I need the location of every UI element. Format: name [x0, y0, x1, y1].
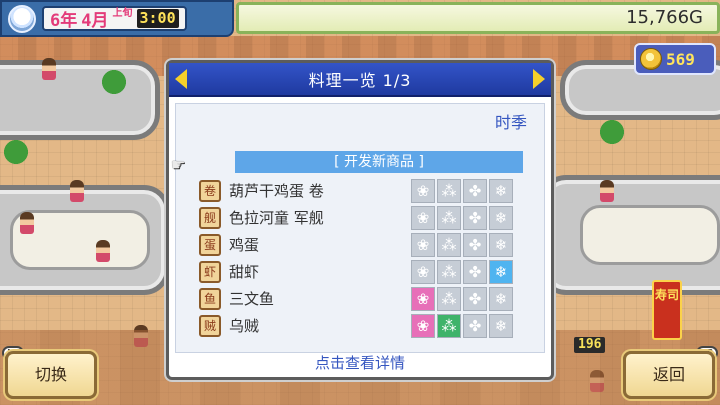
coin-value: 569: [666, 49, 695, 69]
spring-blossom-icon: ❀: [411, 259, 435, 284]
dialog-title: 料理一览 1/3: [308, 71, 412, 90]
coin-icon: [640, 48, 662, 70]
season-icon: [8, 4, 36, 33]
spring-blossom-icon: ❀: [411, 286, 435, 311]
list-item[interactable]: 贼 乌贼 ❀ ⁂ ✤ ❄: [199, 312, 529, 339]
customer-sprite: [70, 180, 84, 202]
customer-sprite: [600, 180, 614, 202]
list-item[interactable]: 蛋 鸡蛋 ❀ ⁂ ✤ ❄: [199, 231, 529, 258]
winter-snowflake-icon: ❄: [489, 286, 513, 311]
winter-snowflake-icon: ❄: [489, 232, 513, 257]
list-item[interactable]: 卷 葫芦干鸡蛋 卷 ❀ ⁂ ✤ ❄: [199, 177, 529, 204]
year-value: 6年: [50, 11, 78, 31]
winter-snowflake-icon: ❄: [489, 313, 513, 338]
customer-sprite: [42, 58, 56, 80]
spring-blossom-icon: ❀: [411, 178, 435, 203]
season-indicators: ❀ ⁂ ✤ ❄: [411, 232, 513, 257]
summer-bud-icon: ⁂: [437, 259, 461, 284]
summer-bud-icon: ⁂: [437, 178, 461, 203]
dialog-header: 料理一览 1/3: [169, 63, 551, 97]
dish-icon: 卷: [199, 179, 221, 202]
autumn-leaf-icon: ✤: [463, 178, 487, 203]
autumn-leaf-icon: ✤: [463, 313, 487, 338]
plant-decoration: [600, 120, 624, 150]
dish-name: 鸡蛋: [229, 236, 260, 254]
sushi-sign: 寿司: [652, 280, 682, 340]
season-indicators: ❀ ⁂ ✤ ❄: [411, 205, 513, 230]
chef-sprite: [96, 240, 110, 262]
counter-number: 196: [574, 337, 606, 353]
spring-blossom-icon: ❀: [411, 232, 435, 257]
back-button[interactable]: 返回: [623, 351, 715, 399]
dish-icon: 舰: [199, 206, 221, 229]
dish-icon: 鱼: [199, 287, 221, 310]
conveyor-belt: [580, 205, 720, 265]
dish-list-dialog: 料理一览 1/3 时季 ☛ [ 开发新商品 ] 卷 葫芦干鸡蛋 卷 ❀ ⁂ ✤ …: [166, 60, 554, 380]
summer-bud-icon: ⁂: [437, 232, 461, 257]
season-indicators: ❀ ⁂ ✤ ❄: [411, 286, 513, 311]
clock-value: 3:00: [136, 9, 179, 28]
season-indicators: ❀ ⁂ ✤ ❄: [411, 178, 513, 203]
switch-button[interactable]: 切换: [5, 351, 97, 399]
customer-sprite: [20, 212, 34, 234]
season-indicators: ❀ ⁂ ✤ ❄: [411, 259, 513, 284]
plant-decoration: [4, 140, 28, 170]
season-indicators: ❀ ⁂ ✤ ❄: [411, 313, 513, 338]
winter-snowflake-icon: ❄: [489, 259, 513, 284]
next-page-arrow-icon[interactable]: [533, 69, 545, 89]
list-item[interactable]: 虾 甜虾 ❀ ⁂ ✤ ❄: [199, 258, 529, 285]
date-display: 6年 4月 上旬 3:00: [42, 6, 187, 31]
dish-name: 甜虾: [229, 263, 260, 281]
autumn-leaf-icon: ✤: [463, 232, 487, 257]
develop-new-product-button[interactable]: [ 开发新商品 ]: [235, 151, 523, 173]
autumn-leaf-icon: ✤: [463, 286, 487, 311]
plant-decoration: [102, 70, 126, 100]
spring-blossom-icon: ❀: [411, 313, 435, 338]
summer-bud-icon: ⁂: [437, 313, 461, 338]
dish-name: 三文鱼: [229, 290, 275, 308]
dish-name: 色拉河童 军舰: [229, 209, 324, 227]
dish-list: 卷 葫芦干鸡蛋 卷 ❀ ⁂ ✤ ❄ 舰 色拉河童 军舰 ❀ ⁂ ✤ ❄ 蛋 鸡蛋…: [199, 177, 529, 339]
month-value: 4月: [81, 11, 109, 31]
dish-name: 葫芦干鸡蛋 卷: [229, 182, 324, 200]
coin-counter: 569: [634, 43, 716, 75]
period-value: 上旬: [112, 8, 133, 19]
money-display: 15,766G: [236, 2, 720, 34]
autumn-leaf-icon: ✤: [463, 205, 487, 230]
dish-name: 乌贼: [229, 317, 260, 335]
date-panel: 6年 4月 上旬 3:00: [0, 0, 234, 37]
list-item[interactable]: 鱼 三文鱼 ❀ ⁂ ✤ ❄: [199, 285, 529, 312]
summer-bud-icon: ⁂: [437, 205, 461, 230]
spring-blossom-icon: ❀: [411, 205, 435, 230]
summer-bud-icon: ⁂: [437, 286, 461, 311]
prev-page-arrow-icon[interactable]: [175, 69, 187, 89]
autumn-leaf-icon: ✤: [463, 259, 487, 284]
sushi-counter: [0, 60, 160, 140]
hand-pointer-icon: ☛: [171, 155, 186, 174]
dish-icon: 虾: [199, 260, 221, 283]
view-details-link[interactable]: 点击查看详情: [169, 352, 551, 373]
list-item[interactable]: 舰 色拉河童 军舰 ❀ ⁂ ✤ ❄: [199, 204, 529, 231]
dish-icon: 蛋: [199, 233, 221, 256]
winter-snowflake-icon: ❄: [489, 178, 513, 203]
season-column-label: 时季: [494, 113, 527, 132]
winter-snowflake-icon: ❄: [489, 205, 513, 230]
dish-icon: 贼: [199, 314, 221, 337]
